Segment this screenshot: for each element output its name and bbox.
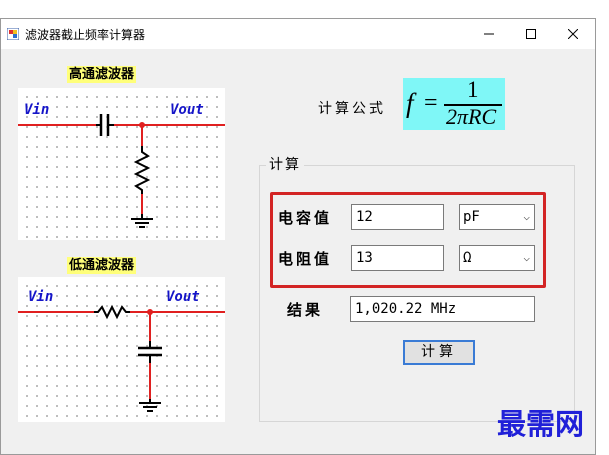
close-icon (568, 29, 578, 39)
maximize-button[interactable] (511, 19, 551, 49)
formula-equals: = (424, 90, 438, 116)
minimize-button[interactable] (469, 19, 509, 49)
watermark: 最需网 (497, 407, 585, 441)
result-output[interactable]: 1,020.22 MHz (350, 296, 535, 322)
lowpass-label: 低通滤波器 (67, 257, 137, 274)
result-label: 结果 (287, 301, 324, 319)
calc-group-title: 计算 (266, 154, 304, 174)
maximize-icon (526, 29, 536, 39)
close-button[interactable] (553, 19, 593, 49)
formula-image: f = 1 2πRC (403, 77, 505, 130)
formula-denominator: 2πRC (446, 104, 497, 129)
calculate-button[interactable]: 计算 (403, 340, 475, 365)
formula-f: f (406, 88, 414, 118)
lowpass-diagram: Vin Vout (18, 277, 225, 422)
app-icon (7, 28, 19, 40)
formula-numerator: 1 (467, 77, 479, 102)
highpass-vin-label: Vin (24, 102, 50, 118)
window-title: 滤波器截止频率计算器 (25, 28, 146, 42)
lowpass-vin-label: Vin (28, 289, 54, 305)
highpass-vout-label: Vout (170, 102, 204, 118)
lowpass-vout-label: Vout (166, 289, 200, 305)
minimize-icon (484, 33, 494, 35)
red-highlight-box (270, 192, 546, 288)
highpass-label: 高通滤波器 (67, 66, 137, 83)
highpass-diagram: Vin Vout (18, 88, 225, 240)
formula-label: 计算公式 (318, 101, 386, 117)
title-bar: 滤波器截止频率计算器 (1, 19, 595, 49)
